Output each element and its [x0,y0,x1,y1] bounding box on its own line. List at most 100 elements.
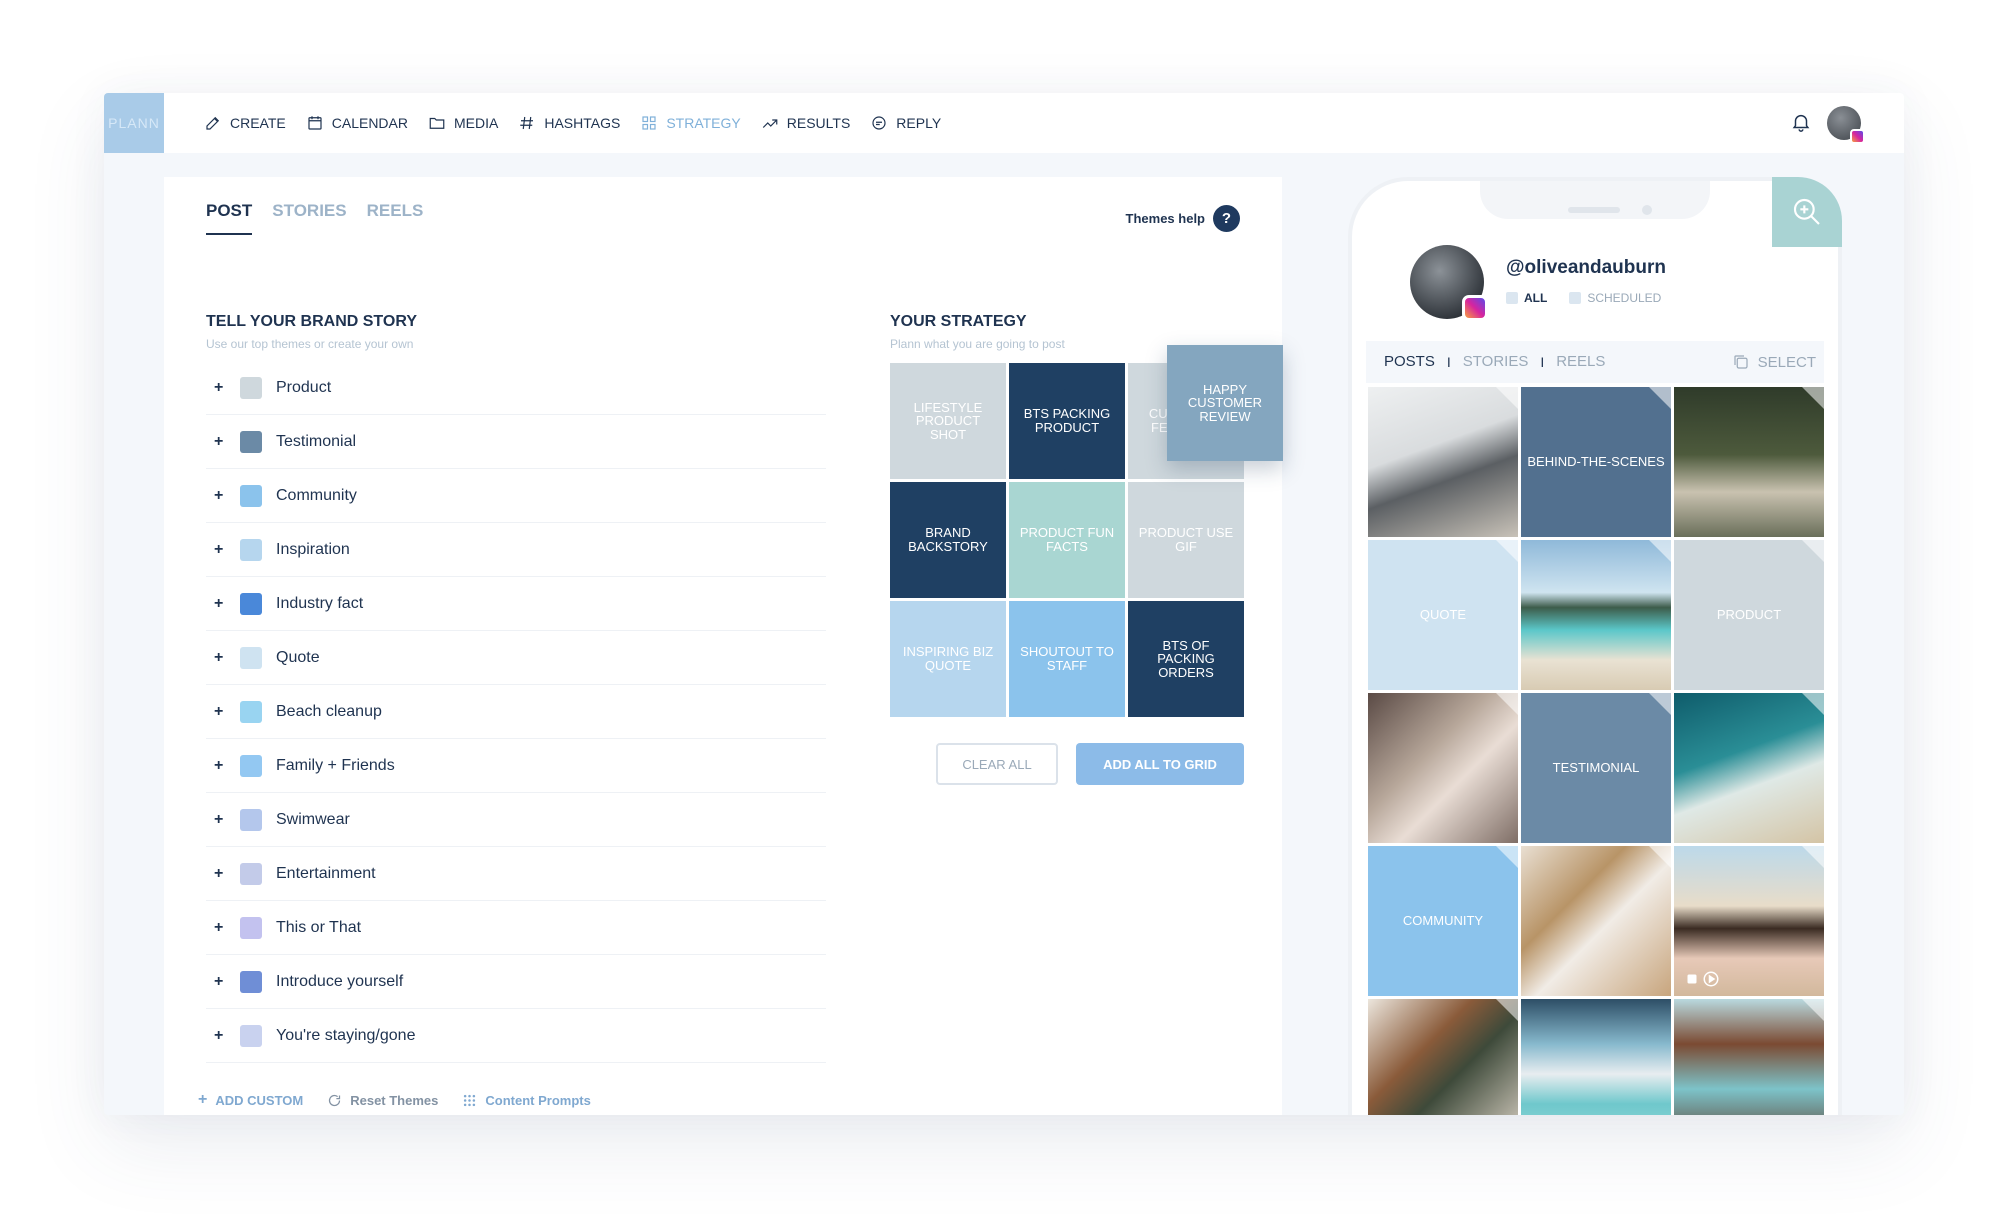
add-theme-icon[interactable]: + [206,865,240,883]
reset-themes-button[interactable]: Reset Themes [327,1093,438,1108]
theme-color-swatch [240,430,262,453]
add-theme-icon[interactable]: + [206,757,240,775]
theme-row[interactable]: + Family + Friends [206,739,826,793]
strategy-panel: POST STORIES REELS Themes help ? TELL YOUR… [164,177,1283,1115]
strategy-cell[interactable]: PRODUCT FUN FACTS [1009,482,1125,598]
app-logo[interactable]: PLANN [104,93,164,153]
add-theme-icon[interactable]: + [206,973,240,991]
pool-photo[interactable] [1521,999,1671,1115]
add-theme-icon[interactable]: + [206,703,240,721]
feed-theme-tile[interactable]: QUOTE [1368,540,1518,690]
add-custom-button[interactable]: + ADD CUSTOM [198,1091,303,1109]
theme-row[interactable]: + Product [206,361,826,415]
strategy-title: YOUR STRATEGY [890,313,1027,330]
strategy-cell[interactable]: SHOUTOUT TO STAFF [1009,601,1125,717]
theme-row[interactable]: + Industry fact [206,577,826,631]
add-all-to-grid-button[interactable]: ADD ALL TO GRID [1076,743,1244,785]
add-theme-icon[interactable]: + [206,811,240,829]
phone-tab-posts[interactable]: POSTS [1384,353,1435,370]
bell-icon[interactable] [1790,111,1812,133]
strategy-cell[interactable]: BRAND BACKSTORY [890,482,1006,598]
feed-theme-tile[interactable]: BEHIND-THE-SCENES [1521,387,1671,537]
nav-reply[interactable]: REPLY [870,114,941,132]
add-theme-icon[interactable]: + [206,433,240,451]
nav-calendar[interactable]: CALENDAR [306,114,408,132]
plus-icon: + [198,1091,208,1108]
theme-color-swatch [240,700,262,723]
help-icon: ? [1213,205,1240,232]
office-photo[interactable] [1368,387,1518,537]
select-button[interactable]: SELECT [1732,353,1816,371]
chat-icon [872,116,886,130]
flatlay-photo[interactable] [1521,846,1671,996]
add-theme-icon[interactable]: + [206,919,240,937]
strategy-cell[interactable]: PRODUCT USE GIF [1128,482,1244,598]
strategy-cell[interactable]: BTS PACKING PRODUCT [1009,363,1125,479]
nav-strategy[interactable]: STRATEGY [640,114,741,132]
profile-avatar [1410,245,1488,321]
user-avatar[interactable] [1827,106,1865,144]
feed-theme-tile[interactable]: COMMUNITY [1368,846,1518,996]
theme-row[interactable]: + Inspiration [206,523,826,577]
theme-row[interactable]: + Quote [206,631,826,685]
nav-create[interactable]: CREATE [204,114,286,132]
add-theme-icon[interactable]: + [206,487,240,505]
strategy-subtitle: Plann what you are going to post [890,337,1065,351]
strategy-cell[interactable]: BTS OF PACKING ORDERS [1128,601,1244,717]
tab-post[interactable]: POST [206,201,253,235]
brand-story-title: TELL YOUR BRAND STORY [206,313,417,330]
add-theme-icon[interactable]: + [206,541,240,559]
add-theme-icon[interactable]: + [206,649,240,667]
tropical-beach-photo[interactable] [1521,540,1671,690]
feed-theme-tile[interactable]: PRODUCT [1674,540,1824,690]
filter-scheduled[interactable]: SCHEDULED [1569,291,1661,305]
profile-handle: @oliveandauburn [1506,257,1666,278]
feed-tile-label: COMMUNITY [1402,913,1484,929]
tab-reels[interactable]: REELS [367,201,424,235]
theme-color-swatch [240,754,262,777]
theme-row[interactable]: + You're staying/gone [206,1009,826,1063]
theme-row[interactable]: + Introduce yourself [206,955,826,1009]
add-theme-icon[interactable]: + [206,1027,240,1045]
couple-photo[interactable] [1368,693,1518,843]
logo-text: PLANN [108,115,160,131]
theme-row[interactable]: + Community [206,469,826,523]
add-theme-icon[interactable]: + [206,379,240,397]
nav-results[interactable]: RESULTS [761,114,850,132]
phone-tab-reels[interactable]: REELS [1556,353,1605,370]
phone-tab-stories[interactable]: STORIES [1463,353,1529,370]
theme-color-swatch [240,592,262,615]
theme-row[interactable]: + Testimonial [206,415,826,469]
theme-label: Industry fact [276,594,364,612]
feed-theme-tile[interactable]: TESTIMONIAL [1521,693,1671,843]
nav-media[interactable]: MEDIA [428,114,498,132]
tab-separator: I [1446,353,1451,370]
add-theme-icon[interactable]: + [206,595,240,613]
theme-row[interactable]: + This or That [206,901,826,955]
content-prompts-button[interactable]: Content Prompts [462,1093,591,1108]
video-icon [1686,970,1720,988]
sandals-photo[interactable] [1368,999,1518,1115]
swimsuit-photo[interactable] [1674,999,1824,1115]
friends-beach-photo[interactable] [1674,846,1824,996]
filter-all[interactable]: ALL [1506,291,1547,305]
strategy-cell[interactable]: INSPIRING BIZ QUOTE [890,601,1006,717]
feed-tile-label: PRODUCT [1716,607,1782,623]
theme-list: + Product + Testimonial + Community + Inspirati… [206,361,826,1063]
instagram-badge-icon [1850,129,1865,144]
theme-label: Beach cleanup [276,702,382,720]
garden-dinner-photo[interactable] [1674,387,1824,537]
dragging-theme-card[interactable]: HAPPY CUSTOMER REVIEW [1167,345,1283,461]
theme-row[interactable]: + Entertainment [206,847,826,901]
nav-hashtags[interactable]: HASHTAGS [518,114,620,132]
strategy-cell[interactable]: LIFESTYLE PRODUCT SHOT [890,363,1006,479]
theme-color-swatch [240,1024,262,1047]
ocean-waves-photo[interactable] [1674,693,1824,843]
theme-row[interactable]: + Swimwear [206,793,826,847]
zoom-button[interactable] [1772,177,1842,247]
instagram-feed-grid: BEHIND-THE-SCENES QUOTE PRODUCT TESTIMONIAL… [1368,387,1824,1115]
themes-help-link[interactable]: Themes help ? [1126,205,1240,232]
theme-row[interactable]: + Beach cleanup [206,685,826,739]
tab-stories[interactable]: STORIES [272,201,346,235]
clear-all-button[interactable]: CLEAR ALL [936,743,1058,785]
